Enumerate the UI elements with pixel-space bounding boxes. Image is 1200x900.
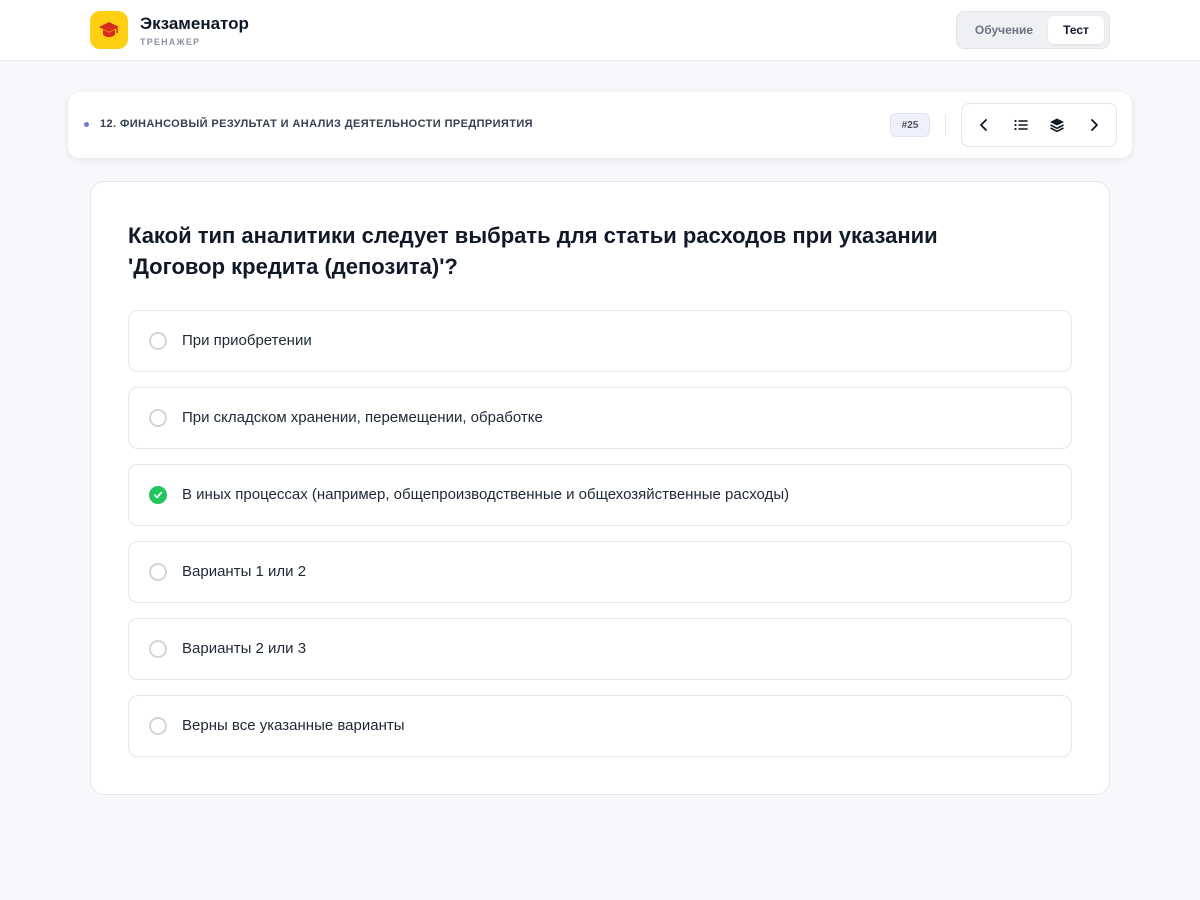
app-header: Экзаменатор ТРЕНАЖЕР Обучение Тест	[0, 0, 1200, 61]
answer-option-5[interactable]: Варианты 2 или 3	[128, 618, 1072, 680]
answer-label: При складском хранении, перемещении, обр…	[182, 409, 543, 426]
answer-option-2[interactable]: При складском хранении, перемещении, обр…	[128, 387, 1072, 449]
question-number-badge: #25	[890, 113, 930, 137]
answer-label: Варианты 1 или 2	[182, 563, 307, 580]
answer-option-1[interactable]: При приобретении	[128, 310, 1072, 372]
layers-icon	[1050, 118, 1065, 133]
question-navigation	[961, 103, 1117, 147]
chevron-left-icon	[980, 119, 988, 131]
layers-button[interactable]	[1041, 109, 1073, 141]
list-icon	[1014, 119, 1028, 131]
answer-option-3[interactable]: В иных процессах (например, общепроизвод…	[128, 464, 1072, 526]
check-icon	[153, 491, 163, 499]
answer-label: Варианты 2 или 3	[182, 640, 307, 657]
brand-text: Экзаменатор ТРЕНАЖЕР	[140, 14, 249, 47]
chevron-right-icon	[1090, 119, 1098, 131]
brand-logo	[90, 11, 128, 49]
mode-learn-button[interactable]: Обучение	[960, 16, 1048, 44]
radio-button[interactable]	[149, 563, 167, 581]
mode-test-button[interactable]: Тест	[1048, 16, 1104, 44]
next-question-button[interactable]	[1078, 109, 1110, 141]
brand[interactable]: Экзаменатор ТРЕНАЖЕР	[90, 11, 249, 49]
radio-button[interactable]	[149, 332, 167, 350]
mode-switch: Обучение Тест	[956, 11, 1110, 49]
answer-label: В иных процессах (например, общепроизвод…	[182, 486, 790, 503]
radio-button-checked[interactable]	[149, 486, 167, 504]
divider	[945, 114, 946, 136]
prev-question-button[interactable]	[968, 109, 1000, 141]
answer-label: Верны все указанные варианты	[182, 717, 405, 734]
question-list-button[interactable]	[1005, 109, 1037, 141]
answer-option-4[interactable]: Варианты 1 или 2	[128, 541, 1072, 603]
app-title: Экзаменатор	[140, 13, 249, 33]
answer-label: При приобретении	[182, 332, 312, 349]
radio-button[interactable]	[149, 717, 167, 735]
radio-button[interactable]	[149, 640, 167, 658]
topic-title: 12. ФИНАНСОВЫЙ РЕЗУЛЬТАТ И АНАЛИЗ ДЕЯТЕЛ…	[100, 118, 533, 130]
radio-button[interactable]	[149, 409, 167, 427]
question-text: Какой тип аналитики следует выбрать для …	[128, 223, 938, 279]
graduation-cap-icon	[99, 22, 119, 37]
topic-dot	[84, 122, 89, 127]
answer-option-6[interactable]: Верны все указанные варианты	[128, 695, 1072, 757]
app-subtitle: ТРЕНАЖЕР	[140, 36, 201, 47]
